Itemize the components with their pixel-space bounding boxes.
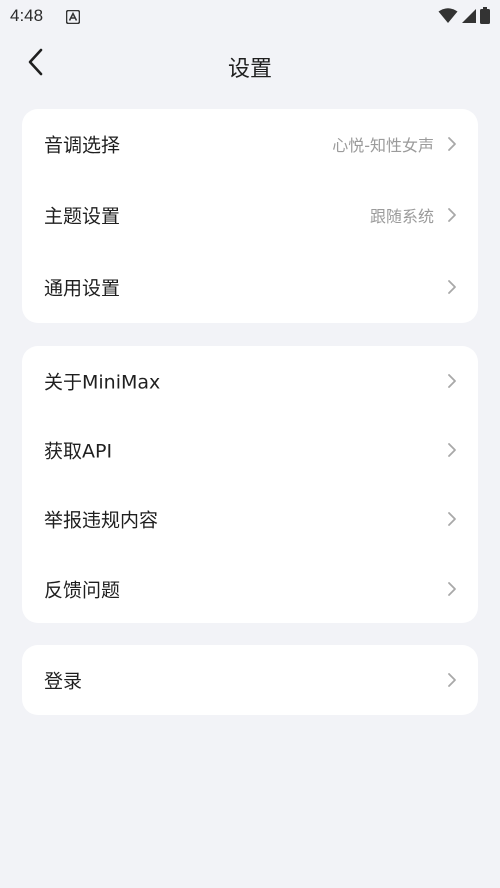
row-label: 举报违规内容	[44, 509, 159, 532]
row-label: 登录	[44, 670, 83, 693]
chevron-right-icon	[446, 207, 458, 223]
chevron-right-icon	[446, 581, 458, 597]
status-time: 4:48	[10, 6, 44, 25]
chevron-right-icon	[446, 672, 458, 688]
row-value: 心悦-知性女声	[332, 136, 434, 155]
settings-group-account: 登录	[22, 645, 478, 715]
status-bar: 4:48	[0, 0, 500, 34]
chevron-right-icon	[446, 373, 458, 389]
row-get-api[interactable]: 获取API	[22, 416, 478, 484]
row-feedback[interactable]: 反馈问题	[22, 554, 478, 623]
row-label: 关于MiniMax	[44, 371, 161, 394]
row-label: 音调选择	[44, 134, 121, 157]
settings-group-general: 音调选择 心悦-知性女声 主题设置 跟随系统 通用设置	[22, 109, 478, 323]
signal-icon	[461, 8, 477, 28]
row-report-content[interactable]: 举报违规内容	[22, 484, 478, 554]
settings-group-about: 关于MiniMax 获取API 举报违规内容 反馈问题	[22, 346, 478, 623]
chevron-right-icon	[446, 442, 458, 458]
chevron-right-icon	[446, 511, 458, 527]
chevron-right-icon	[446, 279, 458, 295]
header: 设置	[0, 34, 500, 94]
status-icons	[438, 7, 490, 28]
page-title: 设置	[227, 57, 272, 82]
row-login[interactable]: 登录	[22, 645, 478, 715]
battery-icon	[480, 7, 490, 28]
row-voice-select[interactable]: 音调选择 心悦-知性女声	[22, 109, 478, 179]
row-label: 主题设置	[44, 205, 121, 228]
row-value: 跟随系统	[369, 207, 434, 226]
row-general-settings[interactable]: 通用设置	[22, 251, 478, 323]
row-theme-settings[interactable]: 主题设置 跟随系统	[22, 179, 478, 251]
row-label: 反馈问题	[44, 579, 121, 601]
chevron-right-icon	[446, 136, 458, 152]
row-about-minimax[interactable]: 关于MiniMax	[22, 346, 478, 416]
row-label: 获取API	[44, 440, 113, 463]
wifi-icon	[438, 7, 458, 28]
row-label: 通用设置	[44, 277, 121, 300]
notification-icon	[65, 9, 81, 25]
